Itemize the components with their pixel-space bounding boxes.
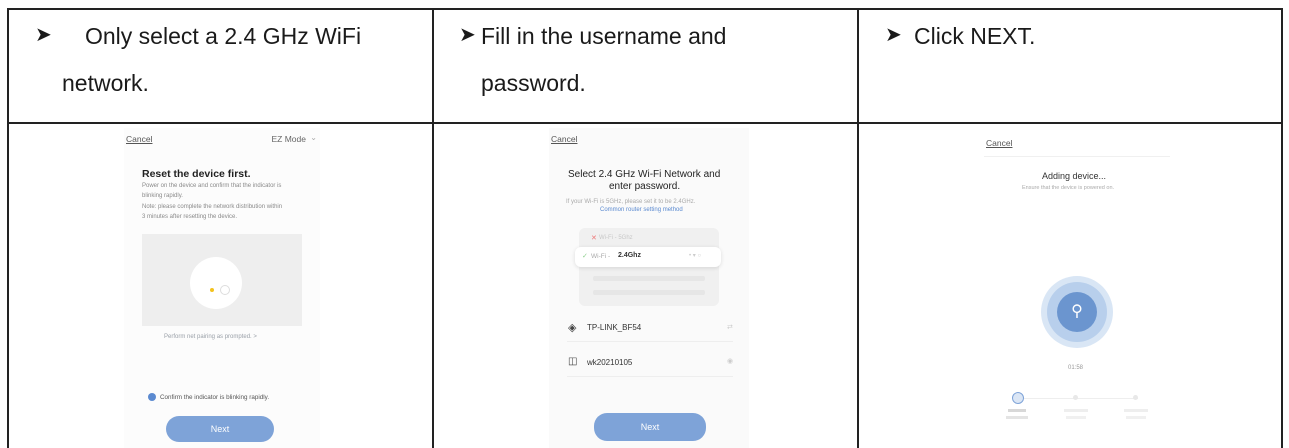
error-x-icon: ✕: [591, 235, 597, 242]
indicator-light-icon: [210, 288, 214, 292]
wifi-band-illustration: ✕ Wi-Fi - 5Ghz: [579, 228, 719, 306]
step-label-placeholder: [1124, 409, 1148, 412]
pairing-help-link[interactable]: Perform net pairing as prompted. >: [164, 334, 257, 340]
device-illustration: [142, 234, 302, 326]
bar-placeholder: [593, 276, 705, 281]
step-label-placeholder: [1008, 409, 1026, 412]
step-label-placeholder: [1064, 409, 1088, 412]
field-divider: [567, 341, 733, 342]
wifi-24g-label: 2.4Ghz: [618, 252, 641, 259]
subtitle-text: Ensure that the device is powered on.: [1022, 185, 1115, 191]
arrow-bullet-icon: ➤: [35, 24, 52, 46]
wifi-5g-label: Wi-Fi - 5Ghz: [599, 235, 633, 241]
table-row-divider: [7, 122, 1283, 124]
table-border-right: [1281, 8, 1283, 448]
step-pending-icon: [1073, 395, 1078, 400]
cancel-link[interactable]: Cancel: [551, 134, 577, 144]
step-active-icon: [1012, 392, 1024, 404]
mode-selector[interactable]: EZ Mode: [272, 134, 307, 144]
instruction-text: Power on the device and confirm that the…: [142, 183, 282, 189]
wifi-24g-prefix: Wi-Fi -: [591, 253, 611, 260]
next-button-label: Next: [210, 424, 230, 434]
check-icon: ✓: [582, 253, 588, 260]
password-field[interactable]: wk20210105: [587, 358, 632, 367]
hint-text: If your Wi-Fi is 5GHz, please set it to …: [566, 199, 696, 205]
next-button-label: Next: [640, 422, 660, 432]
countdown-timer: 01:58: [1068, 365, 1084, 371]
bar-placeholder: [593, 290, 705, 295]
instruction-3-line-1: Click NEXT.: [914, 23, 1036, 49]
instruction-2-line-2: password.: [481, 70, 586, 96]
header-divider: [984, 156, 1170, 157]
wifi-24g-card: ✓ Wi-Fi - 2.4Ghz • ▾ ○: [575, 247, 721, 267]
instruction-table: ➤ Only select a 2.4 GHz WiFi network. ➤ …: [0, 0, 1289, 448]
instruction-text: 3 minutes after resetting the device.: [142, 214, 238, 220]
confirm-checkbox-label: Confirm the indicator is blinking rapidl…: [160, 394, 270, 401]
page-title-line-2: enter password.: [609, 181, 681, 192]
instruction-1-line-1: Only select a 2.4 GHz WiFi: [85, 23, 362, 49]
page-title-line-1: Select 2.4 GHz Wi-Fi Network and: [568, 169, 721, 180]
table-col-divider-2: [857, 8, 859, 448]
cancel-link[interactable]: Cancel: [986, 138, 1012, 148]
arrow-bullet-icon: ➤: [459, 24, 476, 46]
step-label-placeholder: [1126, 416, 1146, 419]
table-col-divider-1: [432, 8, 434, 448]
lock-icon: ◫: [568, 356, 578, 367]
chevron-down-icon: ⌄: [310, 133, 317, 142]
instruction-text: blinking rapidly.: [142, 193, 183, 199]
router-setting-link[interactable]: Common router setting method: [600, 207, 683, 213]
eye-icon[interactable]: ◉: [727, 357, 733, 365]
page-title: Adding device...: [1042, 171, 1107, 181]
instruction-1-line-2: network.: [62, 70, 149, 96]
screenshot-reset-device: Cancel EZ Mode ⌄ Reset the device first.…: [124, 128, 320, 448]
power-button-icon: [220, 285, 230, 295]
field-divider: [567, 376, 733, 377]
cancel-link[interactable]: Cancel: [126, 134, 152, 144]
step-label-placeholder: [1006, 416, 1028, 419]
step-label-placeholder: [1066, 416, 1086, 419]
wifi-icon: ◈: [568, 322, 577, 334]
step-line: [1018, 398, 1138, 399]
instruction-2-line-1: Fill in the username and: [481, 23, 727, 49]
signal-icons: • ▾ ○: [689, 253, 702, 259]
arrow-bullet-icon: ➤: [885, 24, 902, 46]
instruction-text: Note: please complete the network distri…: [142, 204, 283, 210]
checkbox-checked-icon[interactable]: [148, 393, 156, 401]
device-icon: [190, 257, 242, 309]
search-icon: ⚲: [1057, 292, 1097, 332]
step-pending-icon: [1133, 395, 1138, 400]
wifi-network-field[interactable]: TP-LINK_BF54: [587, 323, 641, 332]
table-border-left: [7, 8, 9, 448]
next-button[interactable]: Next: [166, 416, 274, 442]
table-border-top: [7, 8, 1283, 10]
switch-network-icon[interactable]: ⇄: [727, 323, 733, 331]
screenshot-adding-device: Cancel Adding device... Ensure that the …: [984, 128, 1170, 448]
screenshot-wifi-setup: Cancel Select 2.4 GHz Wi-Fi Network and …: [549, 128, 749, 448]
next-button[interactable]: Next: [594, 413, 706, 441]
page-title: Reset the device first.: [142, 168, 251, 180]
